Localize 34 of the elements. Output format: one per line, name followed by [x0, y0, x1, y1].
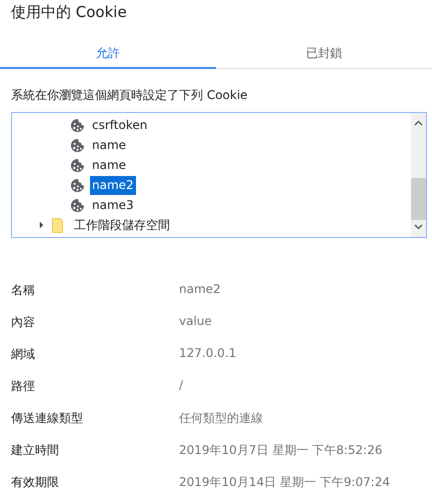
- cookie-icon: [70, 178, 85, 192]
- scrollbar[interactable]: [411, 113, 426, 237]
- field-label: 路徑: [11, 378, 36, 395]
- field-label: 內容: [11, 314, 36, 331]
- description-text: 系統在你瀏覽這個網頁時設定了下列 Cookie: [10, 87, 249, 104]
- tab[interactable]: 允許: [0, 41, 216, 69]
- field-label: 網域: [11, 346, 36, 363]
- field-value: value: [179, 314, 212, 328]
- cookie-icon: [70, 158, 85, 172]
- dialog-title: 使用中的 Cookie: [10, 2, 128, 23]
- cookie-icon: [70, 118, 85, 132]
- field-value: 2019年10月14日 星期一 下午9:07:24: [179, 474, 390, 491]
- field-value: 2019年10月7日 星期一 下午8:52:26: [179, 442, 382, 459]
- field-value: /: [179, 378, 184, 392]
- field-label: 傳送連線類型: [11, 410, 84, 427]
- scroll-up-icon[interactable]: [414, 120, 423, 126]
- field-label: 有效期限: [11, 474, 60, 491]
- tab[interactable]: 已封鎖: [216, 41, 432, 69]
- cookie-item[interactable]: name: [90, 156, 128, 174]
- field-label: 建立時間: [11, 442, 60, 459]
- scroll-down-icon[interactable]: [414, 224, 423, 230]
- cookie-icon: [70, 198, 85, 212]
- expand-arrow-icon[interactable]: [39, 221, 44, 229]
- field-value: 任何類型的連線: [179, 410, 263, 427]
- cookie-item[interactable]: name2: [90, 176, 136, 194]
- folder-icon: [52, 218, 63, 232]
- field-value: name2: [179, 282, 221, 296]
- cookie-item[interactable]: name: [90, 136, 128, 154]
- cookie-icon: [70, 138, 85, 152]
- field-value: 127.0.0.1: [179, 346, 236, 360]
- folder-item[interactable]: 工作階段儲存空間: [72, 216, 172, 234]
- cookie-item[interactable]: csrftoken: [90, 116, 150, 134]
- field-label: 名稱: [11, 282, 36, 299]
- cookie-item[interactable]: name3: [90, 196, 136, 214]
